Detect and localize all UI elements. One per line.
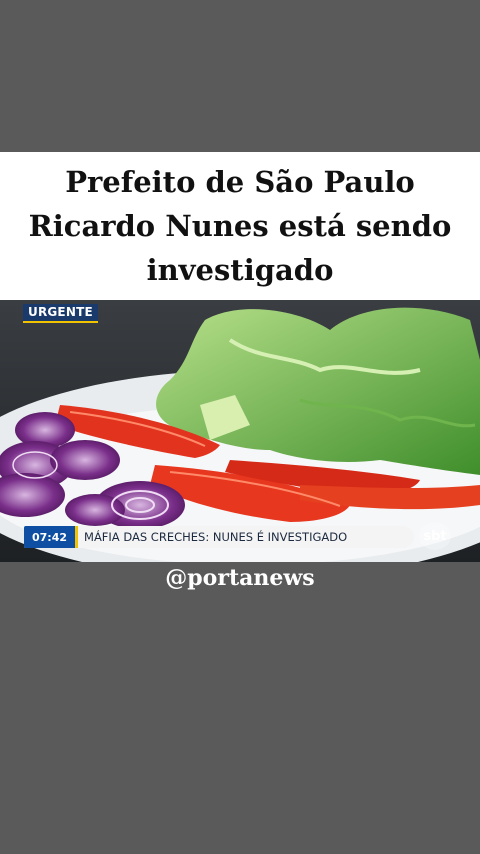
headline: Prefeito de São Paulo Ricardo Nunes está… <box>21 160 460 292</box>
headline-line-2: Ricardo Nunes está sendo <box>28 209 452 243</box>
headline-line-3: investigado <box>146 253 334 287</box>
urgent-badge: URGENTE <box>23 304 98 323</box>
news-video-frame[interactable]: URGENTE 07:42 MÁFIA DAS CRECHES: NUNES É… <box>0 300 480 562</box>
headline-banner: Prefeito de São Paulo Ricardo Nunes está… <box>0 152 480 300</box>
ticker-time: 07:42 <box>24 526 79 548</box>
headline-line-1: Prefeito de São Paulo <box>65 165 415 199</box>
sbt-logo-icon: sbt <box>419 522 451 550</box>
ticker-headline: MÁFIA DAS CRECHES: NUNES É INVESTIGADO <box>84 530 348 544</box>
news-ticker: 07:42 MÁFIA DAS CRECHES: NUNES É INVESTI… <box>24 526 414 548</box>
salad-plate-image <box>0 300 480 562</box>
account-handle[interactable]: @portanews <box>0 560 480 596</box>
post-screen: Prefeito de São Paulo Ricardo Nunes está… <box>0 0 480 854</box>
